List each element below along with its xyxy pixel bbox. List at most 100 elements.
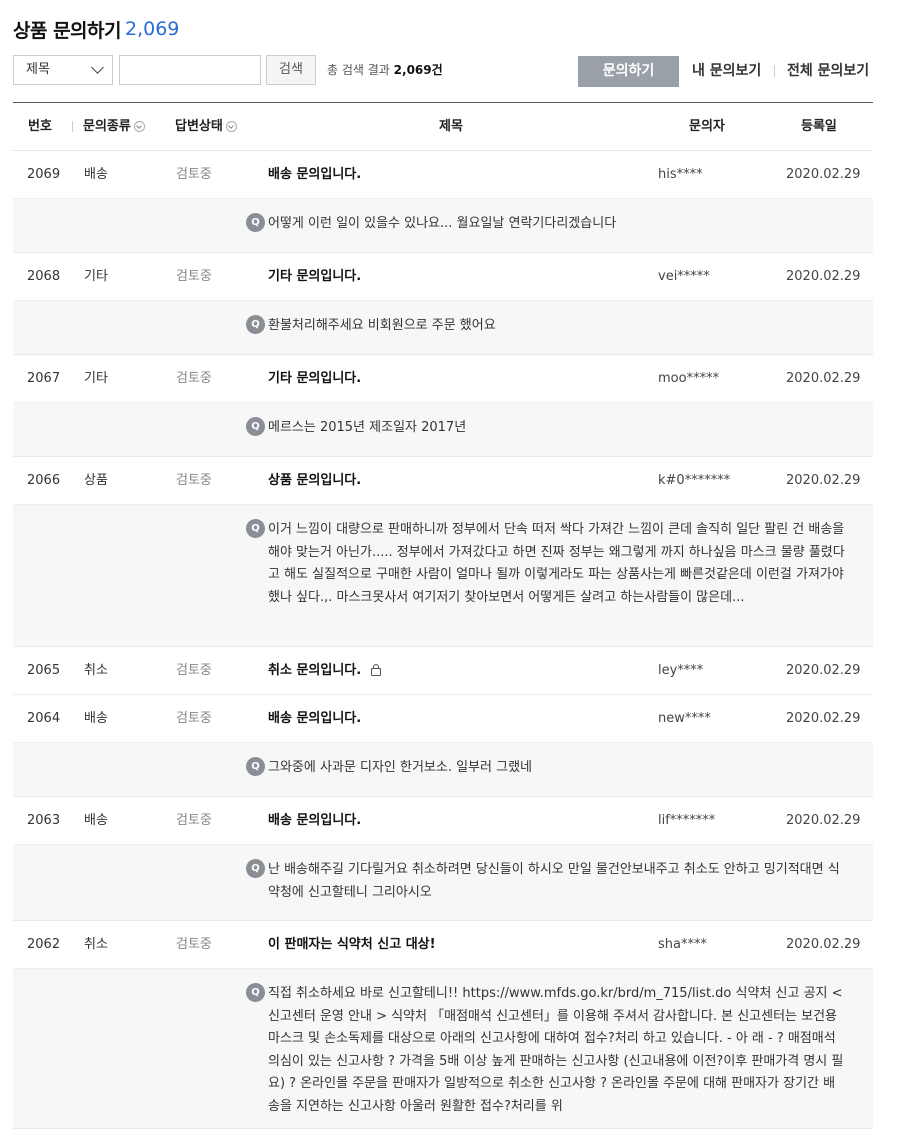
row-status: 검토중 [176,269,212,284]
row-status: 검토중 [176,937,212,952]
row-number: 2069 [27,167,61,182]
question-badge-icon: Q [246,757,265,776]
search-input[interactable] [119,55,261,85]
row-date: 2020.02.29 [786,371,861,386]
row-subject[interactable]: 기타 문의입니다. [268,355,361,402]
search-result-summary: 총 검색 결과 2,069건 [327,55,443,85]
chevron-down-icon [91,61,104,74]
question-text: 직접 취소하세요 바로 신고할테니!! https://www.mfds.go.… [268,986,844,1114]
question-text: 어떻게 이런 일이 있을수 있나요... 월요일날 연락기다리겠습니다 [268,216,617,231]
column-header-status[interactable]: 답변상태 [175,103,237,150]
row-author: his**** [658,167,703,182]
row-author: moo***** [658,371,720,386]
table-row[interactable]: 2067 기타 검토중 기타 문의입니다. moo***** 2020.02.29 [13,355,873,403]
table-header: 번호 문의종류 답변상태 제목 문의자 등록일 [13,102,873,151]
question-badge-icon: Q [246,859,265,878]
row-status: 검토중 [176,371,212,386]
column-header-num: 번호 [28,119,52,134]
row-type: 기타 [84,371,108,386]
row-date: 2020.02.29 [786,269,861,284]
question-text: 난 배송해주길 기다릴거요 취소하려면 당신들이 하시오 만일 물건안보내주고 … [268,862,840,900]
row-status: 검토중 [176,711,212,726]
question-preview: Q 환불처리해주세요 비회원으로 주문 했어요 [13,301,873,355]
table-row[interactable]: 2063 배송 검토중 배송 문의입니다. lif******* 2020.02.29 [13,797,873,845]
all-questions-link[interactable]: 전체 문의보기 [787,55,869,87]
row-type: 취소 [84,663,108,678]
question-preview: Q 어떻게 이런 일이 있을수 있나요... 월요일날 연락기다리겠습니다 [13,199,873,253]
row-author: new**** [658,711,711,726]
row-type: 상품 [84,473,108,488]
row-status: 검토중 [176,167,212,182]
chevron-down-icon [225,121,237,132]
search-toolbar: 제목 검색 총 검색 결과 2,069건 문의하기 내 문의보기 전체 문의보기 [13,55,873,87]
column-header-author: 문의자 [689,119,725,134]
ask-question-button[interactable]: 문의하기 [578,56,679,87]
question-text: 메르스는 2015년 제조일자 2017년 [268,420,467,435]
link-divider [774,65,775,77]
row-date: 2020.02.29 [786,813,861,828]
search-field-value: 제목 [26,62,50,77]
row-date: 2020.02.29 [786,937,861,952]
row-subject[interactable]: 이 판매자는 식약처 신고 대상! [268,921,436,968]
row-number: 2065 [27,663,61,678]
question-text: 그와중에 사과문 디자인 한거보소. 일부러 그랬네 [268,760,532,775]
table-row[interactable]: 2068 기타 검토중 기타 문의입니다. vei***** 2020.02.29 [13,253,873,301]
table-row[interactable]: 2062 취소 검토중 이 판매자는 식약처 신고 대상! sha**** 2020.02… [13,921,873,969]
column-header-date: 등록일 [801,119,837,134]
table-row[interactable]: 2066 상품 검토중 상품 문의입니다. k#0******* 2020.02.29 [13,457,873,505]
row-subject[interactable]: 기타 문의입니다. [268,253,361,300]
row-number: 2064 [27,711,61,726]
column-header-subject: 제목 [439,119,463,134]
row-subject[interactable]: 취소 문의입니다. [268,647,382,694]
row-type: 기타 [84,269,108,284]
question-badge-icon: Q [246,417,265,436]
question-badge-icon: Q [246,983,265,1002]
question-text: 이거 느낌이 대량으로 판매하니까 정부에서 단속 떠저 싹다 가져간 느낌이 … [268,522,845,605]
table-row[interactable]: 2064 배송 검토중 배송 문의입니다. new**** 2020.02.29 [13,695,873,743]
question-badge-icon: Q [246,315,265,334]
lock-icon [371,663,382,676]
section-header: 상품 문의하기 2,069 [13,0,873,56]
row-subject[interactable]: 배송 문의입니다. [268,695,361,742]
question-preview: Q 그와중에 사과문 디자인 한거보소. 일부러 그랬네 [13,743,873,797]
row-number: 2062 [27,937,61,952]
qna-section: 상품 문의하기 2,069 제목 검색 총 검색 결과 2,069건 문의하기 … [13,0,873,1129]
column-header-type[interactable]: 문의종류 [72,103,145,150]
question-text: 환불처리해주세요 비회원으로 주문 했어요 [268,318,496,333]
row-number: 2066 [27,473,61,488]
question-badge-icon: Q [246,213,265,232]
my-questions-link[interactable]: 내 문의보기 [692,55,761,87]
row-number: 2068 [27,269,61,284]
row-subject[interactable]: 배송 문의입니다. [268,797,361,844]
qna-table: 번호 문의종류 답변상태 제목 문의자 등록일 2069 배송 검토중 배송 문의입니… [13,102,873,1129]
table-row[interactable]: 2065 취소 검토중 취소 문의입니다. ley**** 2020.02.29 [13,647,873,695]
row-status: 검토중 [176,473,212,488]
row-number: 2067 [27,371,61,386]
row-date: 2020.02.29 [786,711,861,726]
row-type: 배송 [84,167,108,182]
chevron-down-icon [133,121,145,132]
table-row[interactable]: 2069 배송 검토중 배송 문의입니다. his**** 2020.02.29 [13,151,873,199]
question-preview: Q난 배송해주길 기다릴거요 취소하려면 당신들이 하시오 만일 물건안보내주고… [13,845,873,921]
row-author: ley**** [658,663,704,678]
row-author: sha**** [658,937,707,952]
question-preview: Q 메르스는 2015년 제조일자 2017년 [13,403,873,457]
question-preview: Q 이거 느낌이 대량으로 판매하니까 정부에서 단속 떠저 싹다 가져간 느낌이… [13,505,873,647]
row-date: 2020.02.29 [786,167,861,182]
total-count: 2,069 [125,18,180,40]
question-preview: Q 직접 취소하세요 바로 신고할테니!! https://www.mfds.go… [13,969,873,1129]
row-author: lif******* [658,813,716,828]
row-date: 2020.02.29 [786,473,861,488]
result-prefix: 총 검색 결과 [327,63,390,77]
row-type: 배송 [84,711,108,726]
search-field-select[interactable]: 제목 [13,55,113,85]
search-button[interactable]: 검색 [266,55,316,85]
table-body: 2069 배송 검토중 배송 문의입니다. his**** 2020.02.29 Q 어떻게 … [13,151,873,1129]
row-status: 검토중 [176,663,212,678]
row-number: 2063 [27,813,61,828]
row-author: k#0******* [658,473,731,488]
row-author: vei***** [658,269,710,284]
row-subject[interactable]: 상품 문의입니다. [268,457,361,504]
row-subject[interactable]: 배송 문의입니다. [268,151,361,198]
row-date: 2020.02.29 [786,663,861,678]
